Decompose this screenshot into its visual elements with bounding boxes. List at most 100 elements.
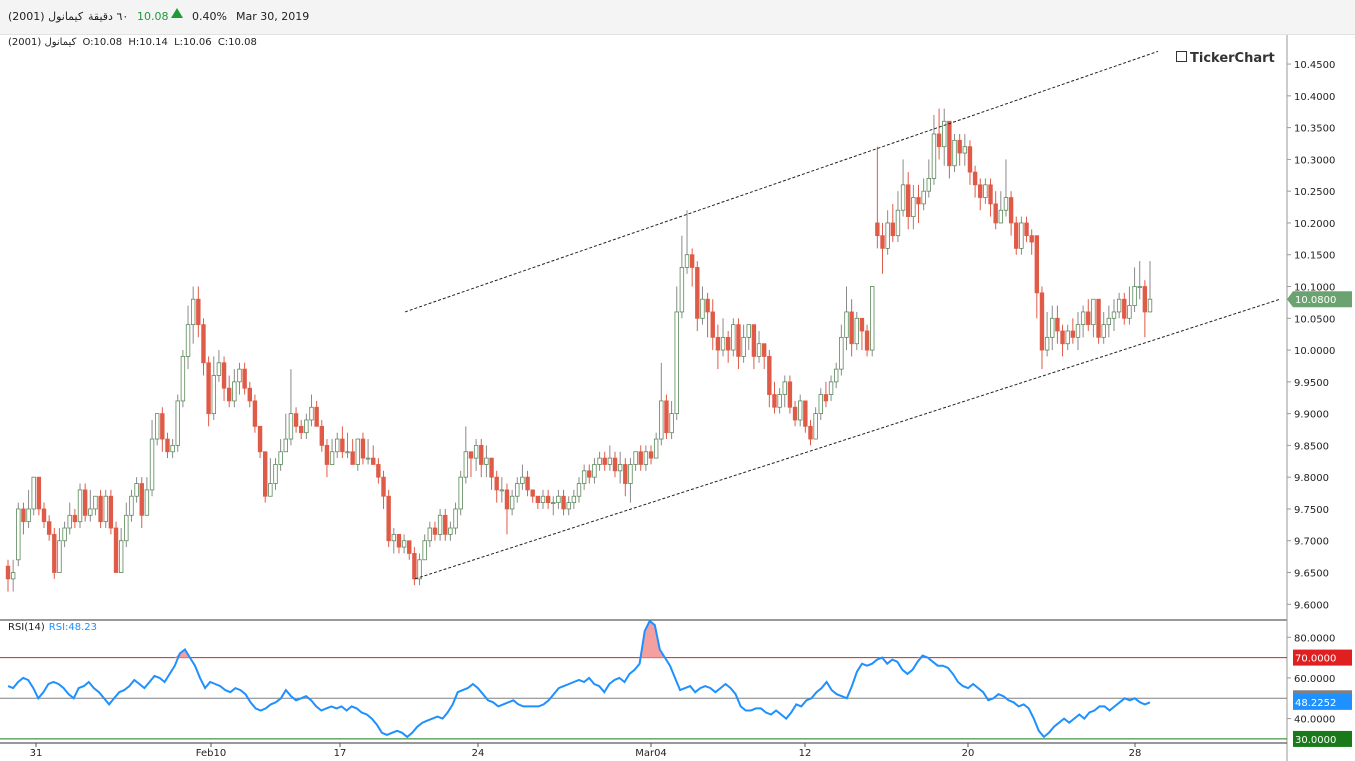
candle-body [144, 489, 150, 516]
candle-body [273, 464, 278, 484]
candle-body [900, 184, 906, 211]
candle-body [669, 413, 674, 434]
candle-body [664, 400, 669, 434]
candle-body [921, 190, 926, 205]
candle-body [1147, 298, 1153, 313]
candle-body [484, 457, 489, 465]
candle-body [360, 438, 366, 459]
candle-body [1101, 324, 1106, 338]
candle-body [479, 444, 484, 465]
candle-body [983, 184, 988, 198]
price-tick-label: 9.8500 [1294, 441, 1329, 452]
candle-body [124, 514, 129, 542]
candle-body [314, 406, 319, 427]
candle-body [1014, 222, 1019, 249]
candle-body [5, 565, 11, 580]
candle-body [725, 336, 731, 351]
candle-body [242, 368, 247, 389]
candle-body [1055, 317, 1060, 332]
candle-body [1111, 311, 1117, 319]
candle-body [329, 451, 335, 465]
candle-body [566, 502, 571, 510]
candle-body [859, 317, 865, 332]
candle-body [916, 197, 921, 205]
candle-body [525, 476, 530, 491]
candle-body [736, 324, 741, 357]
candle-body [520, 476, 525, 484]
candle-body [936, 133, 942, 148]
candle-body [335, 438, 340, 453]
price-tick-label: 9.9500 [1294, 378, 1329, 389]
rsi-tick-label: 60.0000 [1294, 674, 1335, 685]
chart-canvas[interactable]: 10.4500 10.4000 10.3500 10.3000 10.2500 10.20… [0, 0, 1355, 761]
candle-body [98, 495, 103, 523]
candle-body [232, 381, 237, 402]
rsi-level-tag-label: 30.0000 [1295, 735, 1336, 746]
candle-body [237, 368, 242, 383]
candle-body [283, 438, 288, 453]
price-tick-label: 10.0000 [1294, 346, 1335, 357]
price-tick-label: 9.7500 [1294, 505, 1329, 516]
price-tick-label: 10.3000 [1294, 155, 1335, 166]
candle-body [720, 336, 726, 351]
candle-body [180, 356, 186, 402]
candle-body [746, 324, 751, 338]
candle-body [875, 222, 880, 237]
candle-body [1039, 292, 1045, 351]
candle-body [1132, 286, 1137, 306]
candle-body [705, 298, 710, 313]
candle-body [607, 457, 613, 465]
candle-body [263, 451, 268, 497]
price-tick-label: 9.6000 [1294, 600, 1329, 611]
candle-body [1091, 298, 1096, 326]
candle-body [453, 508, 458, 529]
candle-body [864, 330, 870, 351]
candle-body [437, 514, 443, 535]
candle-body [391, 533, 397, 542]
candle-body [540, 495, 546, 504]
rsi-tick-label: 40.0000 [1294, 715, 1335, 726]
candle-body [767, 356, 772, 395]
candle-body [993, 203, 998, 224]
candle-body [304, 419, 309, 434]
candle-body [1070, 330, 1076, 338]
candle-body [190, 298, 196, 326]
candle-body [962, 146, 968, 154]
candle-body [931, 133, 937, 179]
candle-body [489, 457, 494, 478]
candle-body [1080, 311, 1086, 326]
price-tick-label: 10.2000 [1294, 219, 1335, 230]
candle-body [52, 533, 57, 573]
candle-body [756, 343, 762, 357]
candle-body [448, 527, 453, 535]
candle-body [1075, 324, 1081, 338]
candle-body [1086, 311, 1091, 326]
candle-body [906, 184, 911, 217]
candle-body [93, 495, 98, 510]
time-tick-label: 12 [799, 748, 812, 759]
candle-body [1029, 235, 1034, 243]
price-tick-label: 9.9000 [1294, 410, 1329, 421]
candle-body [659, 400, 664, 440]
candle-body [381, 476, 386, 497]
candle-body [679, 267, 685, 313]
candle-body [911, 197, 916, 218]
candle-body [1137, 286, 1142, 288]
candle-body [1142, 286, 1148, 313]
time-tick-label: 20 [962, 748, 975, 759]
candle-body [1019, 222, 1024, 249]
candle-body [551, 502, 556, 505]
candle-body [371, 457, 376, 465]
candle-body [828, 381, 834, 395]
candle-body [988, 184, 993, 205]
candle-body [885, 222, 890, 249]
candle-body [62, 527, 67, 542]
candle-body [31, 476, 36, 510]
candle-body [545, 495, 551, 504]
candle-body [396, 533, 402, 548]
candle-body [643, 451, 649, 465]
candle-body [839, 336, 844, 370]
candle-body [849, 311, 854, 345]
time-tick-label: 17 [334, 748, 347, 759]
candle-body [628, 464, 633, 484]
